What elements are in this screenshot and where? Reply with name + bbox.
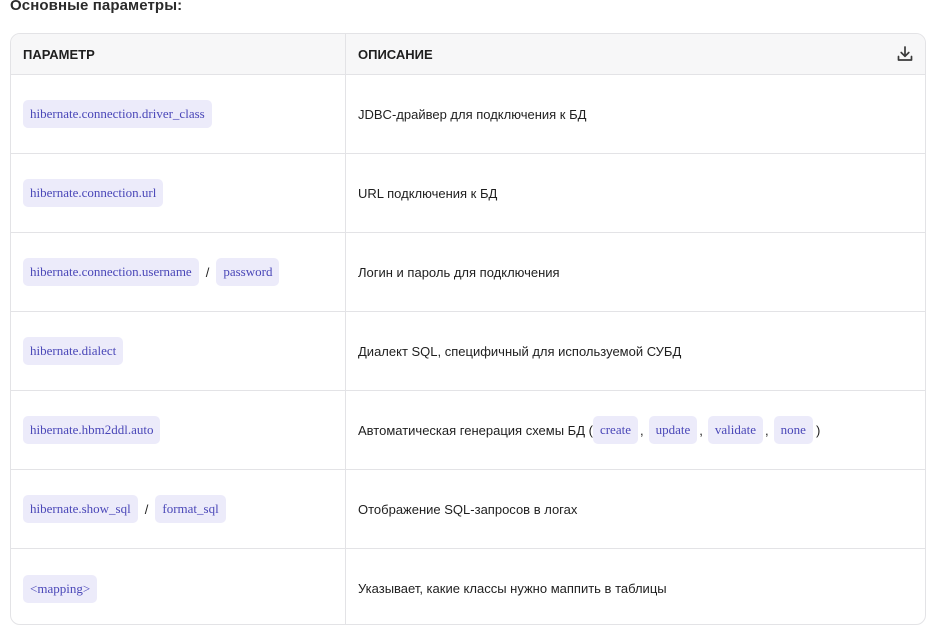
column-header-desc: ОПИСАНИЕ	[358, 46, 433, 62]
param-code: hibernate.connection.username	[23, 258, 199, 286]
table-row: hibernate.hbm2ddl.auto Автоматическая ге…	[11, 391, 925, 470]
comma: ,	[699, 422, 703, 438]
param-cell: hibernate.connection.url	[11, 154, 346, 232]
description-cell: Указывает, какие классы нужно маппить в …	[346, 549, 925, 624]
description-suffix: )	[815, 422, 821, 438]
param-code: <mapping>	[23, 574, 98, 603]
description-cell: JDBC-драйвер для подключения к БД	[346, 75, 925, 153]
table-row: hibernate.show_sql / format_sql Отображе…	[11, 470, 925, 549]
param-code: hibernate.dialect	[23, 337, 124, 365]
description-text: Логин и пароль для подключения	[358, 264, 560, 280]
param-cell: hibernate.dialect	[11, 312, 346, 390]
param-cell: hibernate.connection.username / password	[11, 233, 346, 311]
value-code: validate	[707, 416, 764, 444]
column-header-param: ПАРАМЕТР	[11, 34, 346, 74]
description-cell: Автоматическая генерация схемы БД ( crea…	[346, 391, 925, 469]
param-cell: hibernate.show_sql / format_sql	[11, 470, 346, 548]
param-separator: /	[205, 264, 210, 280]
table-row: <mapping> Указывает, какие классы нужно …	[11, 549, 925, 624]
param-code: format_sql	[155, 495, 226, 523]
param-code: hibernate.connection.driver_class	[23, 100, 212, 128]
download-icon[interactable]	[895, 44, 915, 64]
table-header: ПАРАМЕТР ОПИСАНИЕ	[11, 34, 925, 75]
param-cell: hibernate.hbm2ddl.auto	[11, 391, 346, 469]
description-text: JDBC-драйвер для подключения к БД	[358, 106, 587, 122]
parameters-table: ПАРАМЕТР ОПИСАНИЕ hibernate.connection.d…	[10, 33, 926, 625]
param-separator: /	[144, 501, 149, 517]
value-code: update	[648, 416, 698, 444]
description-text: Диалект SQL, специфичный для используемо…	[358, 343, 682, 359]
param-cell: hibernate.connection.driver_class	[11, 75, 346, 153]
param-cell: <mapping>	[11, 549, 346, 624]
description-cell: URL подключения к БД	[346, 154, 925, 232]
description-text: Отображение SQL-запросов в логах	[358, 501, 578, 517]
value-code: none	[773, 416, 813, 444]
comma: ,	[639, 422, 644, 438]
param-code: hibernate.show_sql	[23, 495, 138, 523]
comma: ,	[765, 422, 769, 438]
description-cell: Логин и пароль для подключения	[346, 233, 925, 311]
description-text: Указывает, какие классы нужно маппить в …	[358, 581, 667, 596]
description-cell: Отображение SQL-запросов в логах	[346, 470, 925, 548]
table-row: hibernate.connection.driver_class JDBC-д…	[11, 75, 925, 154]
description-cell: Диалект SQL, специфичный для используемо…	[346, 312, 925, 390]
description-text: URL подключения к БД	[358, 185, 498, 201]
description-text: Автоматическая генерация схемы БД (	[358, 422, 593, 438]
param-code: hibernate.connection.url	[23, 179, 164, 207]
table-row: hibernate.dialect Диалект SQL, специфичн…	[11, 312, 925, 391]
section-heading: Основные параметры:	[10, 0, 183, 14]
table-row: hibernate.connection.url URL подключения…	[11, 154, 925, 233]
value-code: create	[592, 416, 638, 444]
param-code: password	[216, 258, 280, 286]
table-row: hibernate.connection.username / password…	[11, 233, 925, 312]
param-code: hibernate.hbm2ddl.auto	[23, 416, 161, 444]
